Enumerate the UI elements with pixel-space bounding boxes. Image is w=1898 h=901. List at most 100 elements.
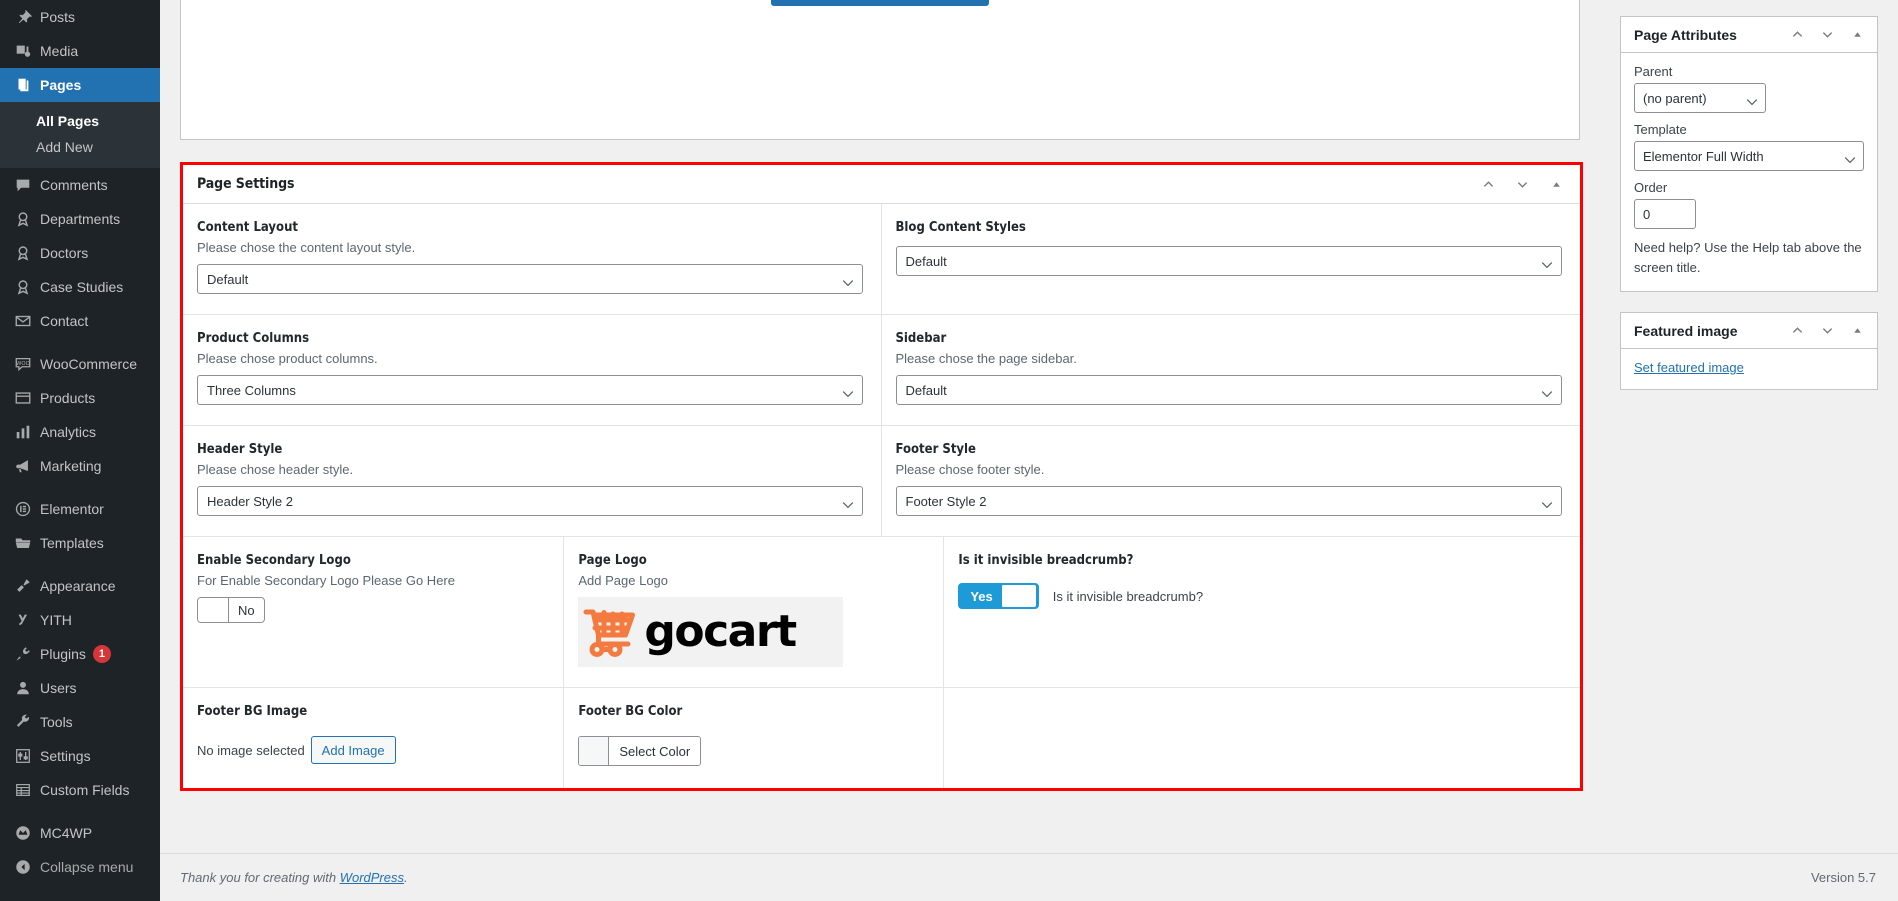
sidebar-item-woocommerce[interactable]: WOO WooCommerce xyxy=(0,347,160,381)
sidebar-item-contact[interactable]: Contact xyxy=(0,304,160,338)
primary-action-button-partial[interactable] xyxy=(771,0,989,6)
field-footer-bg-image: Footer BG Image No image selected Add Im… xyxy=(183,688,565,788)
featured-image-title: Featured image xyxy=(1634,322,1738,339)
field-label: Content Layout xyxy=(197,220,298,235)
sidebar-item-mc4wp[interactable]: MC4WP xyxy=(0,816,160,850)
submenu-item-add-new[interactable]: Add New xyxy=(0,134,160,160)
sidebar-item-label: Analytics xyxy=(40,424,97,440)
content-layout-select[interactable]: Default xyxy=(197,264,863,294)
sidebar-item-plugins[interactable]: Plugins 1 xyxy=(0,637,160,671)
sidebar-item-label: MC4WP xyxy=(40,825,93,841)
page-attributes-help: Need help? Use the Help tab above the sc… xyxy=(1634,240,1862,275)
page-settings-header-controls xyxy=(1476,172,1568,196)
sidebar-item-label: Products xyxy=(40,390,96,406)
move-up-icon[interactable] xyxy=(1785,319,1809,343)
sidebar-item-pages[interactable]: Pages xyxy=(0,68,168,102)
sidebar-item-tools[interactable]: Tools xyxy=(0,705,160,739)
settings-row-layout: Content Layout Please chose the content … xyxy=(183,204,1580,315)
featured-image-panel: Featured image Set featured image xyxy=(1620,312,1878,390)
sidebar-item-elementor[interactable]: Elementor xyxy=(0,492,160,526)
sidebar-item-label: Templates xyxy=(40,535,104,551)
megaphone-icon xyxy=(10,457,36,475)
footer-bg-spacer xyxy=(944,688,1580,788)
color-swatch xyxy=(579,737,610,765)
field-footer-style: Footer Style Please chose footer style. … xyxy=(882,426,1581,536)
mc4wp-icon xyxy=(10,824,36,842)
secondary-logo-toggle[interactable]: No xyxy=(197,597,265,623)
sidebar-item-label: Users xyxy=(40,680,77,696)
template-label: Template xyxy=(1634,122,1687,137)
sidebar-item-posts[interactable]: Posts xyxy=(0,0,160,34)
settings-row-footer-bg: Footer BG Image No image selected Add Im… xyxy=(183,688,1580,788)
sidebar-item-appearance[interactable]: Appearance xyxy=(0,569,160,603)
sidebar-item-products[interactable]: Products xyxy=(0,381,160,415)
add-image-button[interactable]: Add Image xyxy=(310,736,396,764)
set-featured-image-link[interactable]: Set featured image xyxy=(1634,360,1744,375)
template-select[interactable]: Elementor Full Width xyxy=(1634,141,1864,171)
move-up-icon[interactable] xyxy=(1476,172,1500,196)
award-icon xyxy=(10,210,36,228)
media-icon xyxy=(10,42,36,60)
field-label: Header Style xyxy=(197,442,283,457)
wp-admin-screen: Posts Media Pages All Pages Add New Comm… xyxy=(0,0,1898,901)
sidebar-item-custom-fields[interactable]: Custom Fields xyxy=(0,773,160,807)
invisible-breadcrumb-toggle[interactable]: Yes xyxy=(958,583,1039,609)
select-color-button[interactable]: Select Color xyxy=(609,737,701,765)
sidebar-item-comments[interactable]: Comments xyxy=(0,168,160,202)
breadcrumb-helper-text: Is it invisible breadcrumb? xyxy=(1052,588,1204,604)
shopping-cart-icon xyxy=(582,602,644,663)
field-description: For Enable Secondary Logo Please Go Here xyxy=(197,573,455,588)
submenu-item-all-pages[interactable]: All Pages xyxy=(0,108,160,134)
footer-thanks-suffix: . xyxy=(404,870,408,885)
sidebar-item-templates[interactable]: Templates xyxy=(0,526,160,560)
collapse-menu-label: Collapse menu xyxy=(40,859,134,875)
page-logo-preview[interactable]: gocart xyxy=(578,597,844,667)
field-label: Footer BG Image xyxy=(197,704,308,719)
page-settings-metabox: Page Settings Content Layout Please chos… xyxy=(180,162,1583,791)
order-input[interactable] xyxy=(1634,199,1696,229)
parent-select[interactable]: (no parent) xyxy=(1634,83,1766,113)
blog-content-styles-select[interactable]: Default xyxy=(895,246,1562,276)
chevron-down-icon xyxy=(1844,152,1856,167)
toggle-panel-caret-up-icon[interactable] xyxy=(1845,23,1869,47)
move-down-icon[interactable] xyxy=(1510,172,1534,196)
sidebar-item-case-studies[interactable]: Case Studies xyxy=(0,270,160,304)
sliders-icon xyxy=(10,747,36,765)
admin-footer: Thank you for creating with WordPress. V… xyxy=(160,853,1898,901)
field-page-logo: Page Logo Add Page Logo gocart xyxy=(564,537,945,687)
sidebar-item-label: Doctors xyxy=(40,245,89,261)
sidebar-item-users[interactable]: Users xyxy=(0,671,160,705)
toggle-panel-caret-up-icon[interactable] xyxy=(1544,172,1568,196)
sidebar-item-media[interactable]: Media xyxy=(0,34,160,68)
field-invisible-breadcrumb: Is it invisible breadcrumb? Yes Is it in… xyxy=(944,537,1580,687)
sidebar-item-yith[interactable]: YITH xyxy=(0,603,160,637)
header-style-select[interactable]: Header Style 2 xyxy=(197,486,863,516)
toggle-panel-caret-up-icon[interactable] xyxy=(1845,319,1869,343)
sidebar-item-doctors[interactable]: Doctors xyxy=(0,236,160,270)
sidebar-item-label: YITH xyxy=(40,612,72,628)
collapse-menu-button[interactable]: Collapse menu xyxy=(0,850,160,884)
sidebar-item-settings[interactable]: Settings xyxy=(0,739,160,773)
wordpress-link[interactable]: WordPress xyxy=(340,870,404,885)
chevron-down-icon xyxy=(842,497,854,512)
field-label: Product Columns xyxy=(197,331,310,346)
sidebar-item-analytics[interactable]: Analytics xyxy=(0,415,160,449)
panel-controls xyxy=(1785,23,1869,47)
field-content-layout: Content Layout Please chose the content … xyxy=(183,204,882,314)
move-down-icon[interactable] xyxy=(1815,319,1839,343)
footer-style-select[interactable]: Footer Style 2 xyxy=(895,486,1562,516)
sidebar-select[interactable]: Default xyxy=(895,375,1562,405)
move-up-icon[interactable] xyxy=(1785,23,1809,47)
sidebar-item-marketing[interactable]: Marketing xyxy=(0,449,160,483)
footer-bg-color-picker[interactable]: Select Color xyxy=(578,736,702,766)
brush-icon xyxy=(10,577,36,595)
product-columns-select[interactable]: Three Columns xyxy=(197,375,863,405)
move-down-icon[interactable] xyxy=(1815,23,1839,47)
select-value: (no parent) xyxy=(1643,90,1707,106)
sidebar-item-departments[interactable]: Departments xyxy=(0,202,160,236)
pages-icon xyxy=(10,76,36,94)
page-settings-header: Page Settings xyxy=(183,165,1580,204)
featured-image-body: Set featured image xyxy=(1621,349,1877,389)
field-label: Enable Secondary Logo xyxy=(197,553,351,568)
field-enable-secondary-logo: Enable Secondary Logo For Enable Seconda… xyxy=(183,537,565,687)
